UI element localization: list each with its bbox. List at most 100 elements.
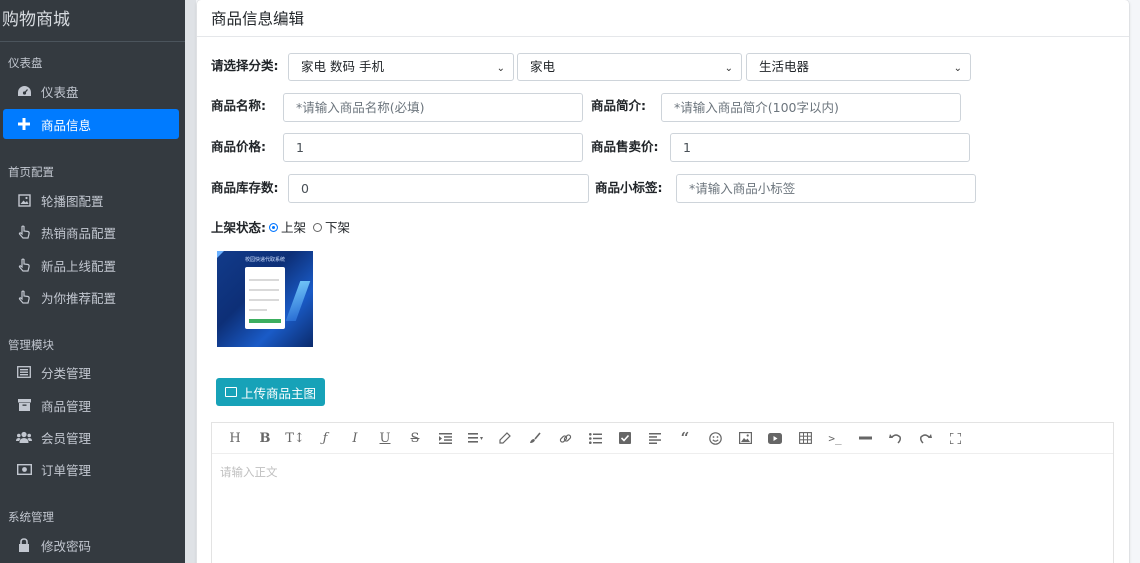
justify-icon[interactable] xyxy=(640,423,670,454)
category-select-2-value: 家电 xyxy=(530,59,556,74)
editor-content[interactable]: 请输入正文 xyxy=(212,454,1113,490)
category-select-3-value: 生活电器 xyxy=(759,59,810,74)
redo-icon[interactable] xyxy=(910,423,940,454)
sidebar-item-dashboard[interactable]: 仪表盘 xyxy=(3,76,179,106)
radio-unchecked-icon[interactable] xyxy=(313,223,322,232)
product-name-input[interactable]: *请输入商品名称(必填) xyxy=(283,93,583,122)
sidebar-item-new-arrival[interactable]: 新品上线配置 xyxy=(3,250,179,280)
rich-text-editor[interactable]: H B T↕ ƒ I U S “ >_ 请输入正文 xyxy=(211,422,1114,563)
product-image-thumbnail[interactable]: 校园快递代取系统 xyxy=(217,251,313,347)
todo-icon[interactable] xyxy=(610,423,640,454)
status-off-label: 下架 xyxy=(325,220,351,235)
category-label: 请选择分类: xyxy=(211,58,279,73)
divider-icon[interactable] xyxy=(850,423,880,454)
font-family-icon[interactable]: ƒ xyxy=(310,423,340,454)
font-size-icon[interactable]: T↕ xyxy=(280,423,310,454)
bold-icon[interactable]: B xyxy=(250,423,280,454)
status-off-option[interactable]: 下架 xyxy=(313,217,350,236)
sidebar-scrollbar[interactable] xyxy=(185,0,196,563)
undo-icon[interactable] xyxy=(880,423,910,454)
product-price-input[interactable]: 1 xyxy=(283,133,583,162)
category-select-1-value: 家电 数码 手机 xyxy=(301,59,384,74)
archive-icon xyxy=(16,397,32,413)
name-label: 商品名称: xyxy=(211,98,266,113)
plus-icon xyxy=(16,116,32,132)
radio-checked-icon[interactable] xyxy=(269,223,278,232)
strikethrough-icon[interactable]: S xyxy=(400,423,430,454)
image-icon[interactable] xyxy=(730,423,760,454)
emoji-icon[interactable] xyxy=(700,423,730,454)
sidebar-item-label: 仪表盘 xyxy=(41,84,79,100)
category-select-3[interactable]: 生活电器 ⌄ xyxy=(746,53,971,81)
stock-label: 商品库存数: xyxy=(211,180,279,195)
chevron-down-icon: ⌄ xyxy=(496,63,505,74)
sidebar-item-label: 为你推荐配置 xyxy=(41,290,117,306)
hand-pointer-icon xyxy=(16,289,32,305)
code-icon[interactable]: >_ xyxy=(820,423,850,454)
sidebar-item-goods[interactable]: 商品管理 xyxy=(3,390,179,420)
thumb-streak xyxy=(285,281,311,321)
sidebar-item-label: 轮播图配置 xyxy=(41,193,104,209)
sidebar-item-label: 商品管理 xyxy=(41,398,92,414)
sidebar-item-label: 订单管理 xyxy=(41,462,92,478)
hand-pointer-icon xyxy=(16,257,32,273)
thumb-title: 校园快递代取系统 xyxy=(244,257,285,263)
category-select-2[interactable]: 家电 ⌄ xyxy=(517,53,742,81)
section-dashboard: 仪表盘 xyxy=(8,56,43,70)
chevron-down-icon: ⌄ xyxy=(724,63,733,74)
fullscreen-icon[interactable] xyxy=(940,423,970,454)
card-title: 商品信息编辑 xyxy=(197,0,1129,37)
sidebar-item-label: 修改密码 xyxy=(41,538,92,554)
sidebar-item-hot-sale[interactable]: 热销商品配置 xyxy=(3,217,179,247)
product-sell-price-input[interactable]: 1 xyxy=(670,133,970,162)
section-home-config: 首页配置 xyxy=(8,165,54,179)
sidebar: 购物商城 仪表盘 仪表盘 商品信息 首页配置 轮播图配置 热销商品配置 新品上线… xyxy=(0,0,185,563)
sidebar-item-orders[interactable]: 订单管理 xyxy=(3,454,179,484)
status-on-option[interactable]: 上架 xyxy=(269,217,306,236)
tag-label: 商品小标签: xyxy=(595,180,663,195)
section-system: 系统管理 xyxy=(8,510,54,524)
sidebar-item-change-password[interactable]: 修改密码 xyxy=(3,530,179,560)
chevron-down-icon: ⌄ xyxy=(953,63,962,74)
price-label: 商品价格: xyxy=(211,139,266,154)
sidebar-item-category[interactable]: 分类管理 xyxy=(3,357,179,387)
status-on-label: 上架 xyxy=(281,220,307,235)
table-icon[interactable] xyxy=(790,423,820,454)
foreground-color-icon[interactable] xyxy=(490,423,520,454)
dashboard-icon xyxy=(16,83,32,99)
sidebar-item-label: 会员管理 xyxy=(41,430,92,446)
sidebar-item-label: 热销商品配置 xyxy=(41,225,117,241)
sidebar-item-recommend[interactable]: 为你推荐配置 xyxy=(3,282,179,312)
upload-image-label: 上传商品主图 xyxy=(240,385,316,401)
sidebar-item-label: 新品上线配置 xyxy=(41,258,117,274)
italic-icon[interactable]: I xyxy=(340,423,370,454)
hand-pointer-icon xyxy=(16,224,32,240)
heading-icon[interactable]: H xyxy=(220,423,250,454)
sidebar-item-product-info[interactable]: 商品信息 xyxy=(3,109,179,139)
link-icon[interactable] xyxy=(550,423,580,454)
upload-image-button[interactable]: 上传商品主图 xyxy=(216,378,325,406)
section-management: 管理模块 xyxy=(8,338,54,352)
image-icon xyxy=(224,387,237,397)
indent-icon[interactable] xyxy=(430,423,460,454)
sidebar-item-carousel[interactable]: 轮播图配置 xyxy=(3,185,179,215)
intro-label: 商品简介: xyxy=(591,98,646,113)
money-icon xyxy=(16,461,32,477)
image-icon xyxy=(16,192,32,208)
category-select-1[interactable]: 家电 数码 手机 ⌄ xyxy=(288,53,514,81)
brand-title[interactable]: 购物商城 xyxy=(0,0,185,42)
product-stock-input[interactable]: 0 xyxy=(288,174,589,203)
line-height-icon[interactable] xyxy=(460,423,490,454)
sidebar-item-members[interactable]: 会员管理 xyxy=(3,422,179,452)
product-intro-input[interactable]: *请输入商品简介(100字以内) xyxy=(661,93,961,122)
thumb-login-panel xyxy=(245,267,285,329)
sidebar-item-label: 商品信息 xyxy=(41,117,92,133)
underline-icon[interactable]: U xyxy=(370,423,400,454)
bullet-list-icon[interactable] xyxy=(580,423,610,454)
editor-toolbar: H B T↕ ƒ I U S “ >_ xyxy=(212,423,1113,454)
sidebar-item-label: 分类管理 xyxy=(41,365,92,381)
product-tag-input[interactable]: *请输入商品小标签 xyxy=(676,174,976,203)
background-color-icon[interactable] xyxy=(520,423,550,454)
video-icon[interactable] xyxy=(760,423,790,454)
quote-icon[interactable]: “ xyxy=(670,423,700,454)
